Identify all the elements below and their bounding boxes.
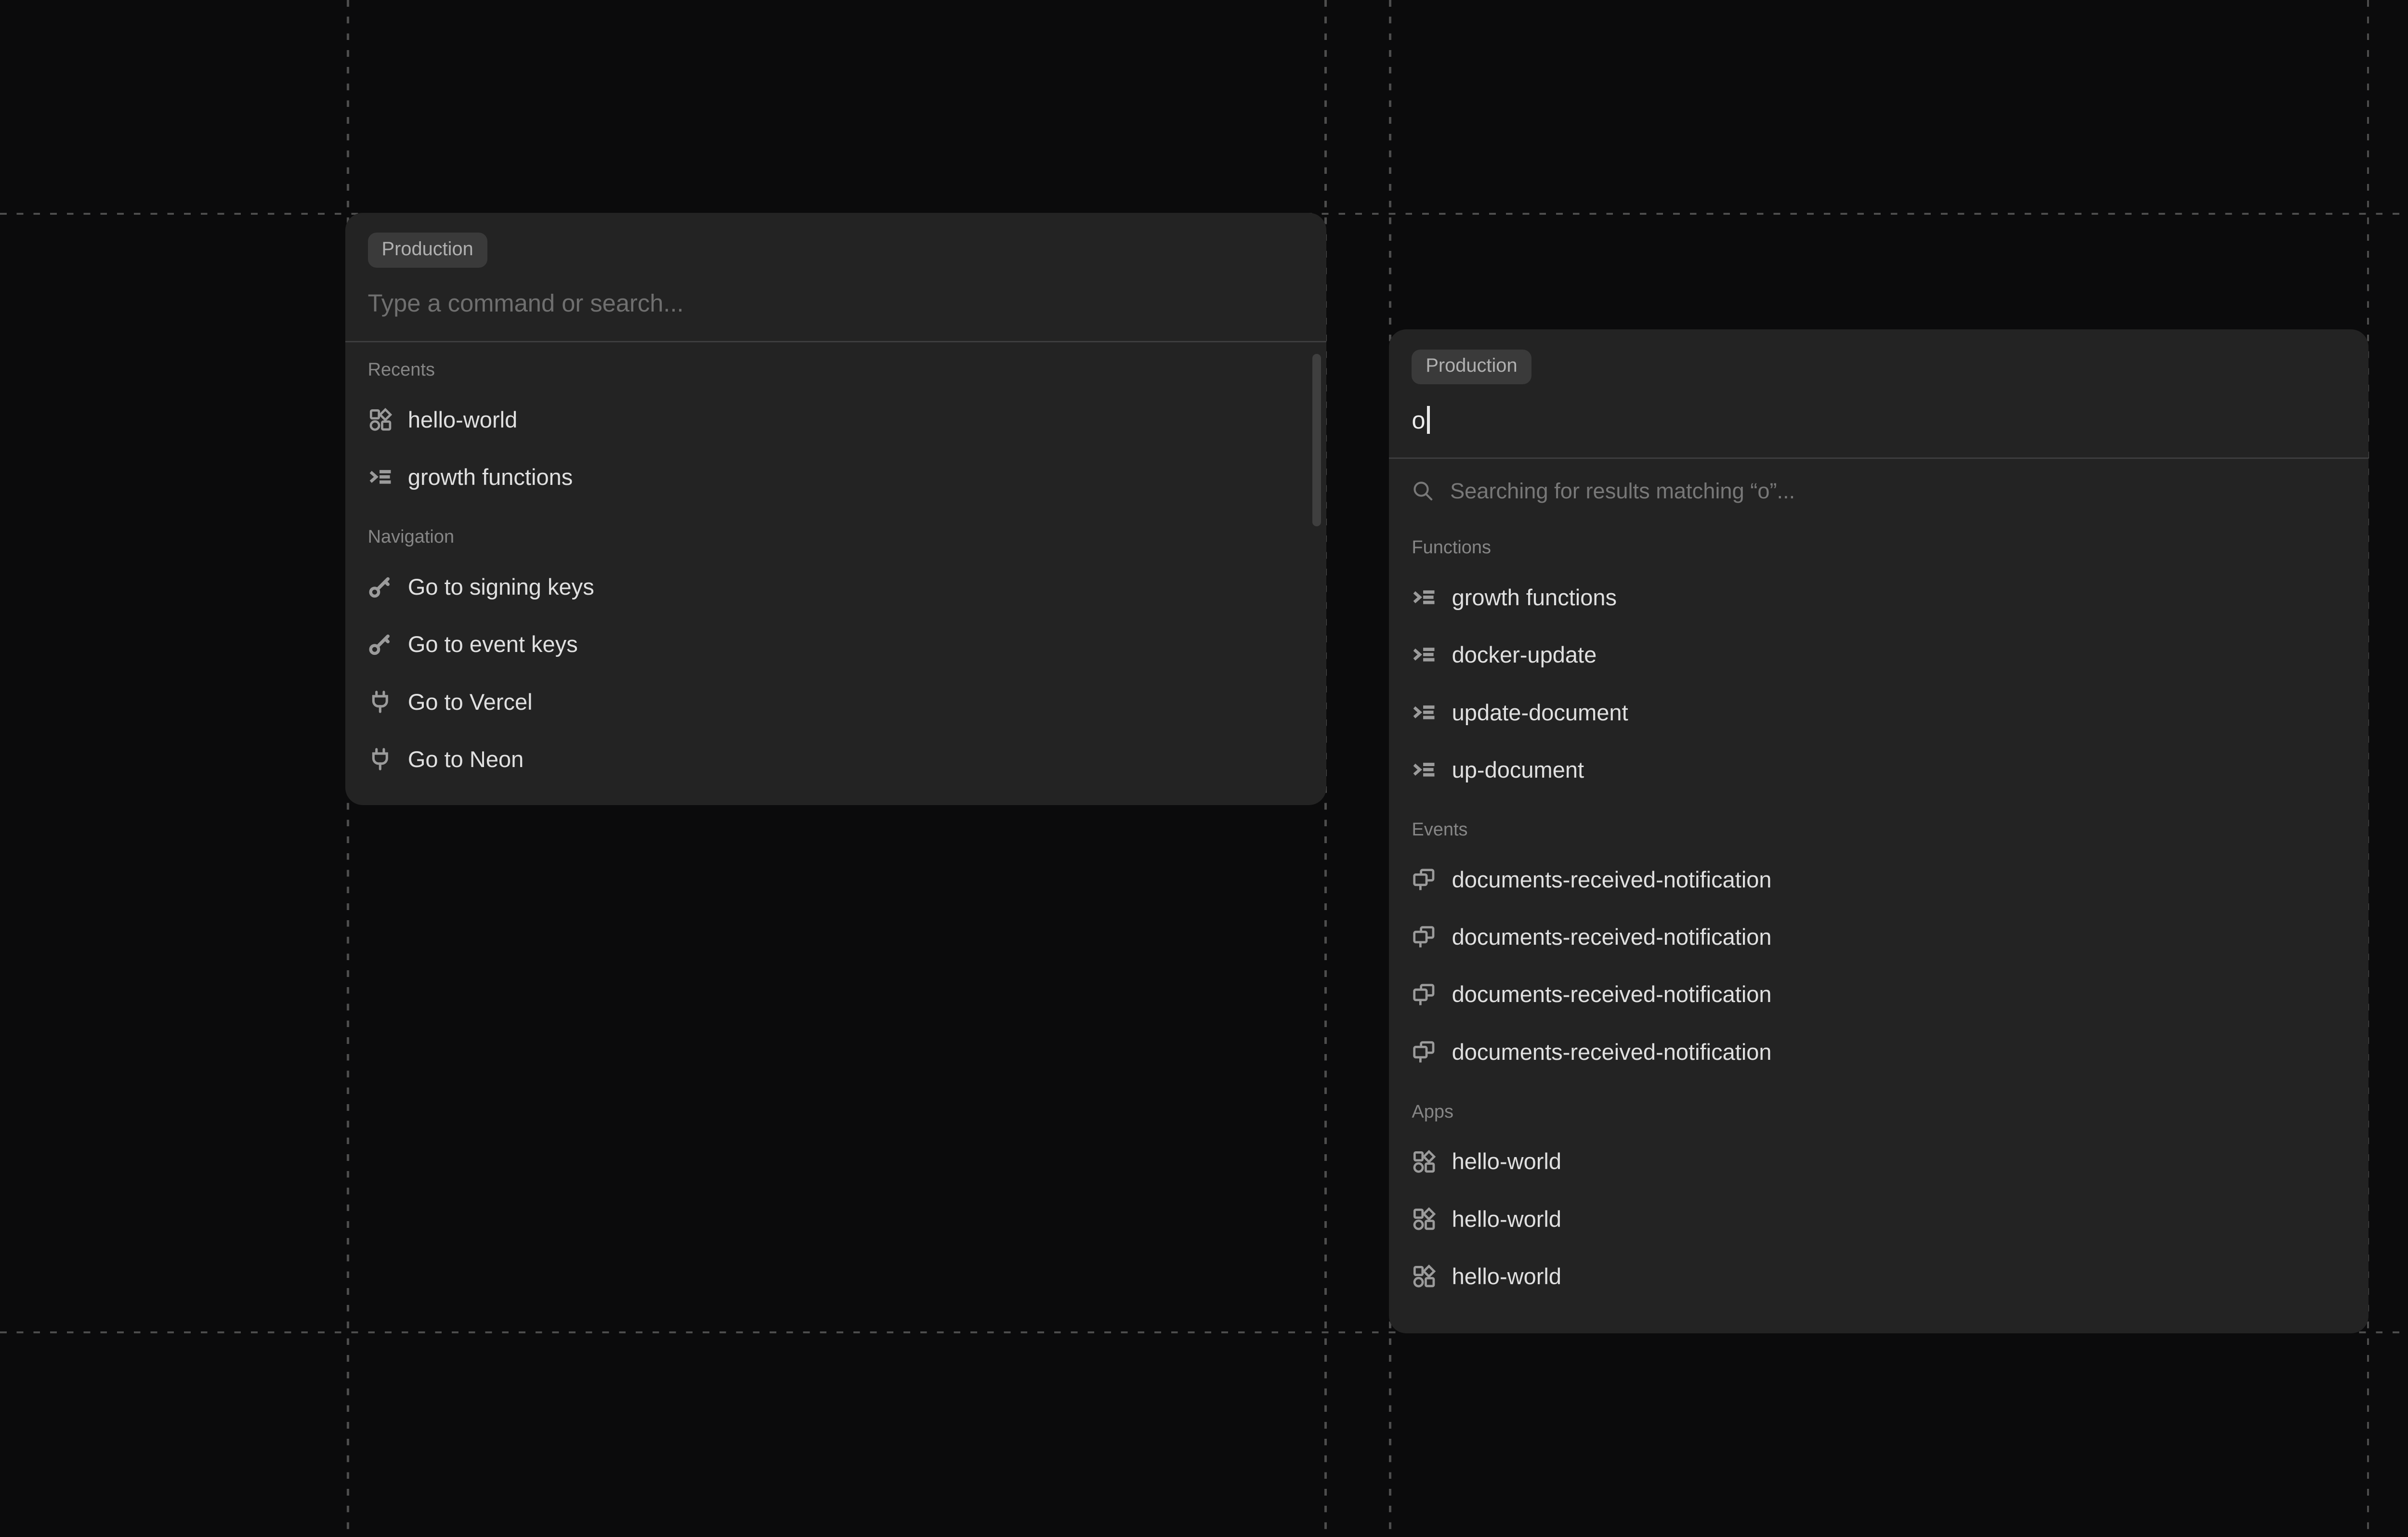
- command-palette-left: Production Recents hello-world growth fu…: [345, 213, 1326, 805]
- event-icon: [1412, 925, 1436, 949]
- apps-icon: [1412, 1149, 1436, 1174]
- result-item-docker-update[interactable]: docker-update: [1389, 626, 2369, 683]
- function-icon: [1412, 642, 1436, 667]
- search-status-text: Searching for results matching “o”...: [1450, 479, 1795, 504]
- result-item-event-4[interactable]: documents-received-notification: [1389, 1023, 2369, 1081]
- event-icon: [1412, 982, 1436, 1007]
- key-icon: [368, 574, 393, 599]
- results-list: Recents hello-world growth functions Nav…: [345, 360, 1326, 788]
- result-item-up-document[interactable]: up-document: [1389, 741, 2369, 798]
- function-icon: [368, 465, 393, 489]
- command-palette-right: Production o Searching for results match…: [1389, 329, 2369, 1333]
- result-item-update-document[interactable]: update-document: [1389, 683, 2369, 741]
- list-item-hello-world[interactable]: hello-world: [345, 391, 1326, 448]
- item-label: Go to event keys: [408, 631, 578, 657]
- search-status-row: Searching for results matching “o”...: [1389, 462, 2369, 520]
- item-label: Go to signing keys: [408, 573, 594, 600]
- event-icon: [1412, 1040, 1436, 1064]
- input-value: o: [1412, 405, 1425, 435]
- section-label-functions: Functions: [1412, 537, 2346, 558]
- search-icon: [1412, 480, 1434, 502]
- section-label-events: Events: [1412, 820, 2346, 840]
- apps-icon: [368, 407, 393, 432]
- apps-icon: [1412, 1207, 1436, 1231]
- plug-icon: [368, 690, 393, 714]
- result-item-app-1[interactable]: hello-world: [1389, 1133, 2369, 1190]
- desktop-background: Production Recents hello-world growth fu…: [0, 0, 2408, 1537]
- result-item-event-2[interactable]: documents-received-notification: [1389, 908, 2369, 965]
- section-label-apps: Apps: [1412, 1102, 2346, 1122]
- item-label: docker-update: [1452, 641, 1597, 668]
- apps-icon: [1412, 1264, 1436, 1289]
- result-item-event-3[interactable]: documents-received-notification: [1389, 965, 2369, 1023]
- item-label: up-document: [1452, 756, 1584, 783]
- key-icon: [368, 632, 393, 656]
- item-label: documents-received-notification: [1452, 924, 1772, 950]
- item-label: documents-received-notification: [1452, 866, 1772, 893]
- item-label: update-document: [1452, 699, 1628, 726]
- section-label-navigation: Navigation: [368, 527, 1304, 547]
- item-label: hello-world: [408, 406, 517, 433]
- command-search-input[interactable]: [368, 289, 1304, 317]
- divider: [1389, 457, 2369, 459]
- event-icon: [1412, 867, 1436, 892]
- plug-icon: [368, 747, 393, 771]
- result-item-growth-functions[interactable]: growth functions: [1389, 569, 2369, 626]
- item-label: Go to Neon: [408, 746, 524, 772]
- palette-header: Production: [345, 213, 1326, 268]
- command-search-input[interactable]: o: [1412, 405, 2346, 435]
- results-list: Searching for results matching “o”... Fu…: [1389, 462, 2369, 1305]
- result-item-app-2[interactable]: hello-world: [1389, 1190, 2369, 1248]
- list-item-go-to-event-keys[interactable]: Go to event keys: [345, 615, 1326, 673]
- function-icon: [1412, 757, 1436, 782]
- item-label: growth functions: [1452, 584, 1617, 611]
- item-label: Go to Vercel: [408, 689, 533, 715]
- palette-header: Production: [1389, 329, 2369, 384]
- list-item-growth-functions[interactable]: growth functions: [345, 448, 1326, 506]
- item-label: documents-received-notification: [1452, 981, 1772, 1007]
- item-label: hello-world: [1452, 1206, 1561, 1232]
- item-label: documents-received-notification: [1452, 1039, 1772, 1065]
- list-item-go-to-neon[interactable]: Go to Neon: [345, 730, 1326, 788]
- section-label-recents: Recents: [368, 360, 1304, 380]
- item-label: hello-world: [1452, 1263, 1561, 1290]
- item-label: growth functions: [408, 464, 573, 490]
- item-label: hello-world: [1452, 1148, 1561, 1174]
- environment-badge: Production: [1412, 350, 1531, 384]
- text-cursor: [1427, 406, 1429, 434]
- divider: [345, 341, 1326, 342]
- result-item-app-3[interactable]: hello-world: [1389, 1248, 2369, 1305]
- scrollbar-thumb[interactable]: [1312, 354, 1321, 526]
- result-item-event-1[interactable]: documents-received-notification: [1389, 850, 2369, 908]
- list-item-go-to-vercel[interactable]: Go to Vercel: [345, 673, 1326, 730]
- function-icon: [1412, 585, 1436, 610]
- list-item-go-to-signing-keys[interactable]: Go to signing keys: [345, 558, 1326, 615]
- environment-badge: Production: [368, 233, 487, 267]
- function-icon: [1412, 700, 1436, 725]
